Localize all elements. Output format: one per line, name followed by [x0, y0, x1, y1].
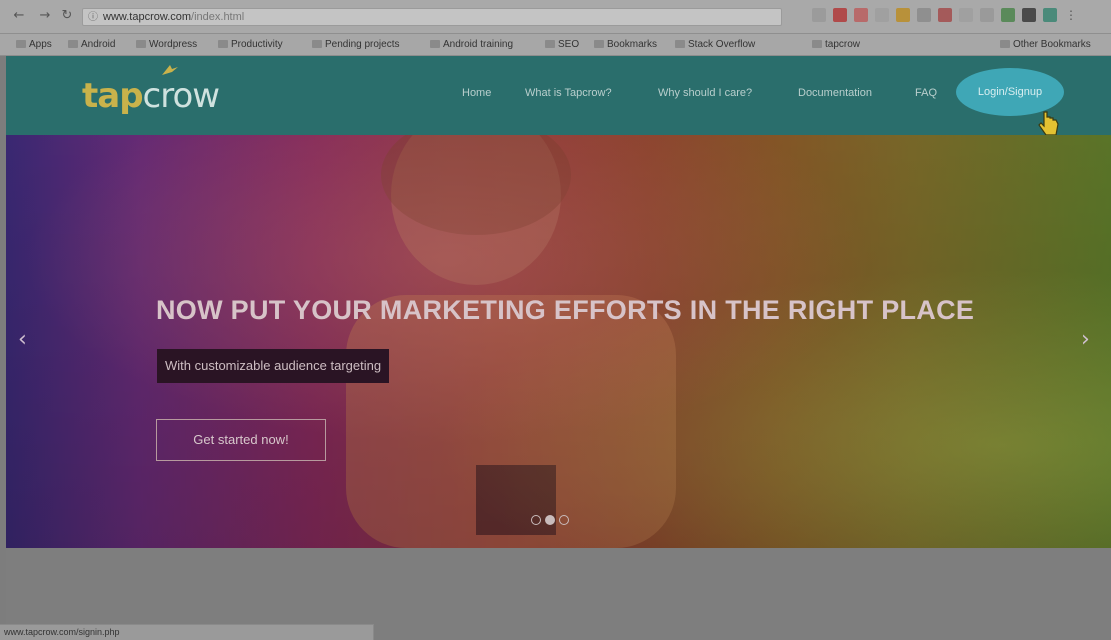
folder-icon: [312, 40, 322, 48]
bookmark-item[interactable]: Stack Overflow: [675, 39, 755, 50]
carousel-dot[interactable]: [531, 515, 541, 525]
site-icon: [812, 40, 822, 48]
bookmark-item[interactable]: Android: [68, 39, 115, 50]
folder-icon: [136, 40, 146, 48]
bookmark-item[interactable]: SEO: [545, 39, 579, 50]
bookmark-item[interactable]: Wordpress: [136, 39, 197, 50]
folder-icon: [1000, 40, 1010, 48]
extension-icon[interactable]: [1001, 8, 1015, 22]
bookmark-item[interactable]: Apps: [16, 39, 52, 50]
page-info-icon[interactable]: ⓘ: [88, 10, 98, 26]
bookmark-icon: [594, 40, 604, 48]
folder-icon: [430, 40, 440, 48]
nav-what-is-tapcrow[interactable]: What is Tapcrow?: [525, 87, 612, 99]
nav-faq[interactable]: FAQ: [915, 87, 937, 99]
extension-icon[interactable]: [875, 8, 889, 22]
carousel-dot[interactable]: [559, 515, 569, 525]
hero-headline: NOW PUT YOUR MARKETING EFFORTS IN THE RI…: [156, 295, 975, 325]
reload-icon[interactable]: ↻: [60, 9, 74, 23]
url-host: www.tapcrow.com: [103, 11, 192, 23]
hero-subheadline: With customizable audience targeting: [157, 349, 390, 383]
extension-icon[interactable]: [980, 8, 994, 22]
bookmark-item[interactable]: tapcrow: [812, 39, 860, 50]
extension-icon[interactable]: [833, 8, 847, 22]
nav-home[interactable]: Home: [462, 87, 491, 99]
carousel-dot[interactable]: [545, 515, 555, 525]
forward-icon[interactable]: →: [38, 9, 52, 23]
browser-status-bar: www.tapcrow.com/signin.php: [0, 624, 374, 640]
hero-overlay: [6, 135, 1111, 548]
browser-window: ← → ↻ ⓘ www.tapcrow.com/index.html ⋮ App…: [0, 0, 1111, 640]
apps-icon: [16, 40, 26, 48]
bookmark-item[interactable]: Pending projects: [312, 39, 400, 50]
carousel-indicators: [531, 515, 569, 525]
site-logo[interactable]: tapcrow: [82, 76, 220, 116]
bookmark-star-icon[interactable]: [812, 8, 826, 22]
nav-why-care[interactable]: Why should I care?: [658, 87, 752, 99]
extension-icon[interactable]: [854, 8, 868, 22]
carousel-prev-icon[interactable]: ‹: [18, 327, 27, 352]
hero-carousel: ‹ › NOW PUT YOUR MARKETING EFFORTS IN TH…: [6, 135, 1111, 548]
bookmark-item[interactable]: Bookmarks: [594, 39, 657, 50]
folder-icon: [218, 40, 228, 48]
hand-cursor-icon: [1038, 111, 1059, 136]
browser-toolbar: ← → ↻ ⓘ www.tapcrow.com/index.html ⋮: [0, 0, 1111, 34]
extension-icon[interactable]: [1043, 8, 1057, 22]
extension-icon[interactable]: [896, 8, 910, 22]
url-path: /index.html: [191, 11, 245, 23]
nav-documentation[interactable]: Documentation: [798, 87, 872, 99]
bookmark-item[interactable]: Android training: [430, 39, 513, 50]
extension-icon[interactable]: [1022, 8, 1036, 22]
site-header: tapcrow Home What is Tapcrow? Why should…: [6, 56, 1111, 135]
back-icon[interactable]: ←: [12, 9, 26, 23]
get-started-button[interactable]: Get started now!: [156, 419, 326, 461]
extension-icon[interactable]: [938, 8, 952, 22]
menu-icon[interactable]: ⋮: [1064, 8, 1078, 22]
folder-icon: [545, 40, 555, 48]
bookmark-item[interactable]: Other Bookmarks: [1000, 39, 1091, 50]
bookmarks-bar: Apps Android Wordpress Productivity Pend…: [0, 34, 1111, 56]
extension-icons: ⋮: [812, 8, 1078, 26]
extension-icon[interactable]: [959, 8, 973, 22]
carousel-next-icon[interactable]: ›: [1081, 327, 1090, 352]
bookmark-item[interactable]: Productivity: [218, 39, 283, 50]
extension-icon[interactable]: [917, 8, 931, 22]
address-bar[interactable]: ⓘ www.tapcrow.com/index.html: [82, 8, 782, 26]
page-icon: [675, 40, 685, 48]
folder-icon: [68, 40, 78, 48]
